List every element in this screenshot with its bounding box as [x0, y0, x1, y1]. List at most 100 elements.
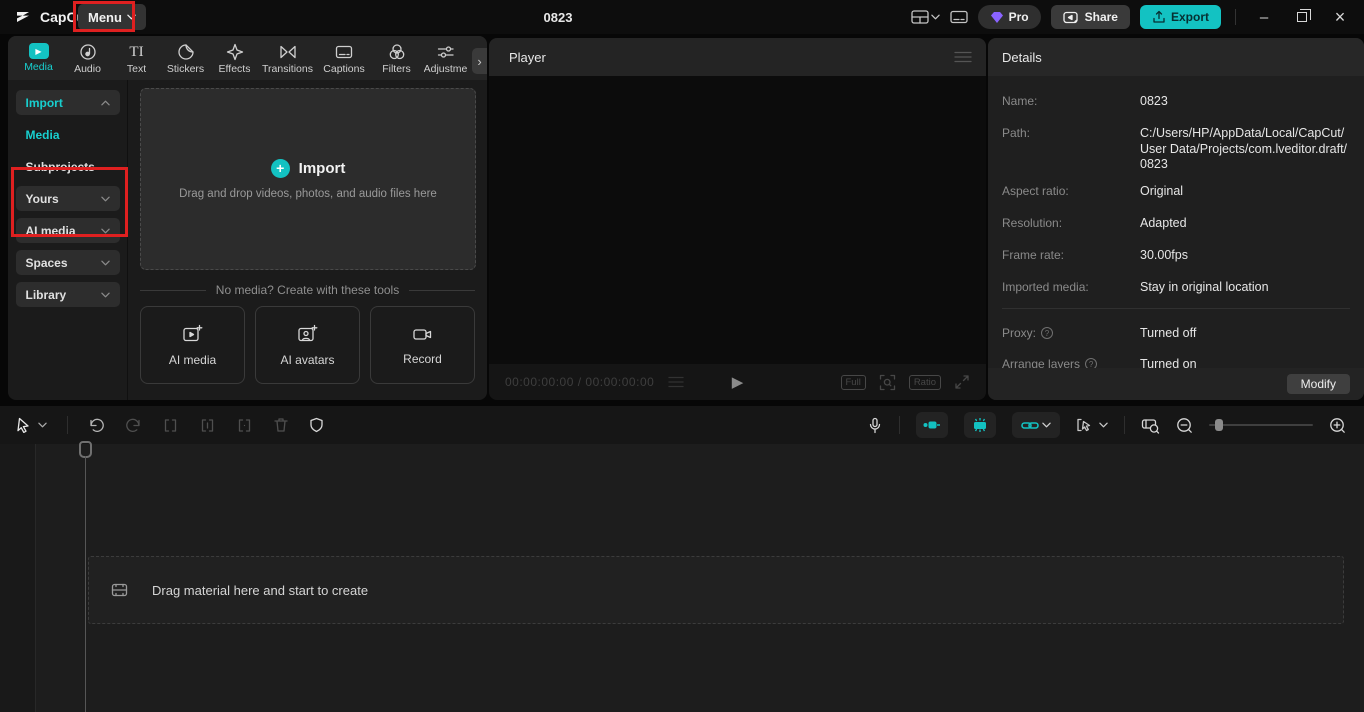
creation-tools: AI media AI avatars Record: [140, 306, 475, 384]
player-menu-icon[interactable]: [954, 51, 972, 63]
sidebar-item-yours[interactable]: Yours: [15, 186, 120, 211]
zoom-out-button[interactable]: [1176, 417, 1193, 434]
export-button[interactable]: Export: [1139, 5, 1221, 29]
slider-track: [1209, 424, 1313, 426]
track-header-column: [0, 444, 36, 712]
tab-adjustment[interactable]: Adjustme: [421, 40, 470, 75]
restore-icon: [1297, 9, 1311, 22]
focus-zoom-icon[interactable]: [879, 374, 896, 391]
link-toggle[interactable]: [1012, 412, 1060, 438]
sidebar-item-media[interactable]: Media: [16, 122, 120, 147]
sidebar-item-spaces[interactable]: Spaces: [15, 250, 120, 275]
timeline-empty-track[interactable]: Drag material here and start to create: [88, 556, 1344, 624]
export-icon: [1153, 10, 1165, 23]
duration-list-icon[interactable]: [668, 376, 684, 388]
sidebar-label: Import: [25, 95, 63, 110]
microphone-icon[interactable]: [867, 417, 883, 434]
library-tabs: ▶ Media Audio TI Text Stickers Effects T…: [8, 36, 487, 80]
ai-avatars-button[interactable]: AI avatars: [255, 306, 360, 384]
record-camera-icon: [413, 328, 432, 340]
fullscreen-icon[interactable]: [954, 374, 970, 390]
ai-media-button[interactable]: AI media: [140, 306, 245, 384]
tab-label: Media: [24, 61, 53, 73]
tab-label: Stickers: [166, 63, 205, 75]
tab-label: Audio: [74, 63, 101, 75]
pro-button[interactable]: Pro: [977, 5, 1041, 29]
adjustment-sliders-icon: [437, 46, 454, 58]
ai-avatars-icon: [298, 324, 318, 341]
details-row-path: Path: C:/Users/HP/AppData/Local/CapCut/U…: [1002, 126, 1348, 172]
proxy-label: Proxy:: [1002, 326, 1037, 340]
caret-down-icon: [100, 260, 110, 265]
tab-label: Captions: [323, 63, 365, 75]
ratio-toggle[interactable]: Ratio: [908, 374, 941, 390]
fit-timeline-icon[interactable]: [1141, 417, 1160, 434]
tab-transitions[interactable]: Transitions: [259, 40, 316, 75]
player-viewport[interactable]: [489, 76, 986, 364]
record-button[interactable]: Record: [370, 306, 475, 384]
auto-splice-toggle[interactable]: [964, 412, 996, 438]
tab-audio[interactable]: Audio: [63, 40, 112, 75]
filters-icon: [389, 44, 404, 60]
player-header: Player: [489, 38, 986, 76]
tab-captions[interactable]: Captions: [316, 40, 372, 75]
zoom-in-button[interactable]: [1329, 417, 1346, 434]
slider-handle[interactable]: [1215, 419, 1223, 431]
tabs-expand-button[interactable]: ›: [472, 48, 487, 74]
tab-stickers[interactable]: Stickers: [161, 40, 210, 75]
sidebar-label: Media: [25, 127, 60, 142]
toolbar-separator: [67, 416, 68, 434]
mask-shield-icon[interactable]: [309, 417, 324, 433]
preview-axis-button[interactable]: [1076, 417, 1108, 433]
minimize-button[interactable]: –: [1250, 3, 1278, 31]
titlebar-separator: [1235, 9, 1236, 25]
modify-button[interactable]: Modify: [1286, 374, 1350, 394]
link-icon: [1021, 421, 1039, 429]
sidebar-item-import[interactable]: Import: [15, 90, 120, 115]
import-dropzone[interactable]: + Import Drag and drop videos, photos, a…: [140, 88, 476, 270]
caret-down-icon: [100, 292, 110, 297]
media-library-panel: ▶ Media Audio TI Text Stickers Effects T…: [8, 36, 487, 400]
tab-label: Text: [126, 63, 147, 75]
timeline-zoom-slider[interactable]: [1209, 418, 1313, 432]
pro-label: Pro: [1008, 10, 1029, 24]
import-title: Import: [298, 159, 346, 177]
sidebar-item-subprojects[interactable]: Subprojects: [16, 154, 120, 179]
close-button[interactable]: ×: [1326, 3, 1354, 31]
undo-icon[interactable]: [88, 418, 105, 433]
delete-right-icon[interactable]: [236, 418, 253, 433]
tab-media[interactable]: ▶ Media: [14, 40, 63, 73]
capcut-window: CapCut Menu 0823 Pro Share Export – × ▶ …: [0, 0, 1364, 712]
timeline-empty-hint: Drag material here and start to create: [152, 582, 369, 598]
media-content: + Import Drag and drop videos, photos, a…: [128, 80, 487, 400]
gem-icon: [990, 11, 1003, 23]
share-label: Share: [1084, 10, 1118, 24]
film-strip-icon: [111, 583, 128, 597]
tab-text[interactable]: TI Text: [112, 40, 161, 75]
tab-label: Effects: [218, 63, 251, 75]
delete-left-icon[interactable]: [199, 418, 216, 433]
timeline[interactable]: Drag material here and start to create: [0, 441, 1364, 712]
help-icon[interactable]: ?: [1041, 327, 1054, 339]
caret-down-icon: [1099, 422, 1108, 428]
sidebar-item-library[interactable]: Library: [15, 282, 120, 307]
select-tool-button[interactable]: [16, 417, 47, 433]
share-button[interactable]: Share: [1050, 5, 1130, 29]
full-toggle[interactable]: Full: [840, 374, 866, 390]
tab-filters[interactable]: Filters: [372, 40, 421, 75]
trash-icon[interactable]: [273, 417, 289, 433]
playhead-line: [85, 456, 86, 712]
effects-star-icon: [226, 43, 243, 61]
tab-effects[interactable]: Effects: [210, 40, 259, 75]
split-icon[interactable]: [162, 418, 179, 433]
caption-panel-icon: [949, 10, 968, 24]
details-title: Details: [988, 38, 1364, 76]
transitions-icon: [279, 45, 296, 59]
layout-switch-button[interactable]: [910, 9, 940, 25]
sidebar-item-ai-media[interactable]: AI media: [15, 218, 120, 243]
play-button[interactable]: ▶: [732, 373, 744, 391]
redo-icon[interactable]: [125, 418, 142, 433]
magnetic-snap-toggle[interactable]: [916, 412, 948, 438]
panel-toggle-button[interactable]: [949, 9, 968, 25]
restore-button[interactable]: [1288, 3, 1316, 31]
